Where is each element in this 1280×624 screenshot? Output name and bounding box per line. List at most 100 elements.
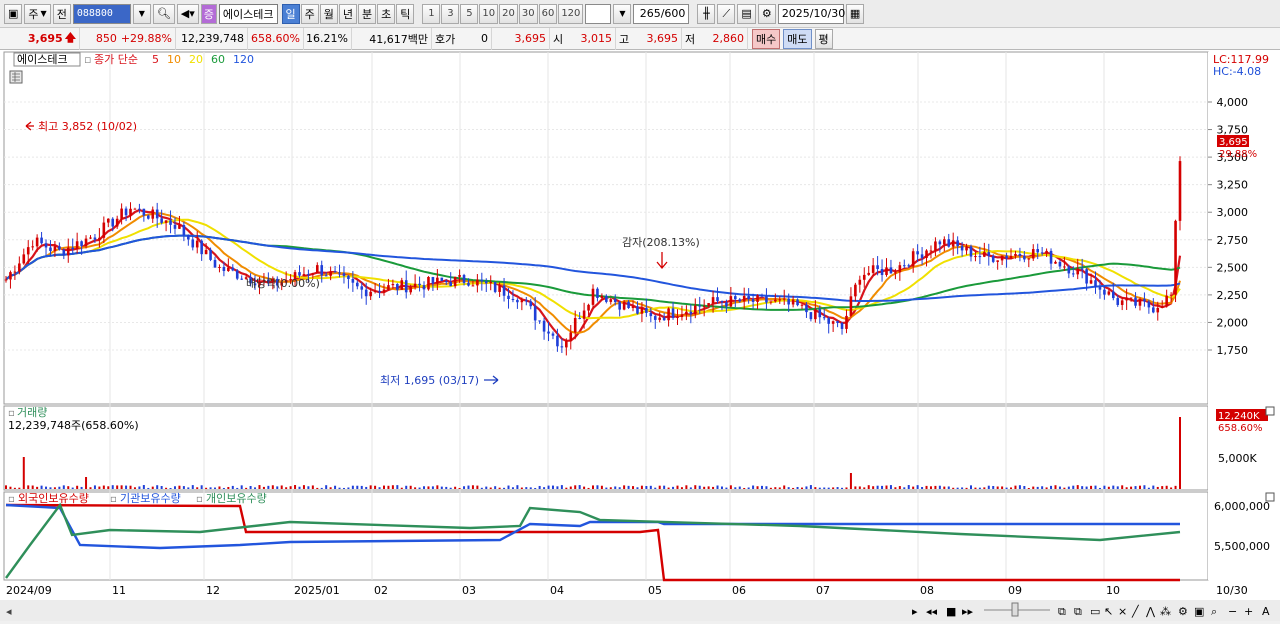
holding-close-icon[interactable] [1265,492,1275,502]
period-button-1[interactable]: 주 [300,3,319,24]
interval-button-1[interactable]: 3 [441,3,460,24]
period-button-0[interactable]: 일 [281,3,300,24]
interval-button-0[interactable]: 1 [422,3,441,24]
candle-body [698,305,702,307]
volume-bar [133,487,136,489]
volume-bar [823,487,826,489]
candle-body [62,249,66,256]
forward-icon[interactable]: ▸▸ [962,605,974,618]
candle-body [436,277,439,284]
x-tick-label: 02 [374,584,388,597]
volume-bar [801,487,804,489]
candle-body [720,301,724,303]
tool-icon-7[interactable]: ⋀ [1145,605,1156,618]
volume-bar [156,485,159,489]
candle-body [302,274,306,276]
candle-body [476,279,479,286]
period-button-3[interactable]: 년 [338,3,357,24]
volume-bar [814,487,817,489]
gear-icon[interactable]: ⚙ [757,3,776,24]
interval-button-4[interactable]: 20 [499,3,518,24]
speaker-icon[interactable]: ◀▾ [176,3,199,24]
tool-icon-9[interactable]: ⚙ [1178,605,1188,618]
zoom-in-icon[interactable]: + [1244,605,1253,618]
rewind-icon[interactable]: ◂◂ [926,605,938,618]
date-field[interactable]: 2025/10/30 [777,3,845,24]
volume-close-icon[interactable] [1265,406,1275,416]
candle-body [960,246,964,251]
sell-button[interactable]: 매도 [783,28,812,49]
interval-button-6[interactable]: 60 [538,3,558,24]
volume-bar [18,487,21,489]
candle-body [653,316,657,320]
chart-area[interactable]: 에이스테크 ▫ 종가 단순 5 10 20 60 120 LC:117.99 HC:-4… [0,50,1280,621]
volume-value: 12,239,748 [176,27,248,50]
volume-bar [1063,487,1066,489]
scroll-left-icon[interactable]: ◂ [6,605,12,618]
interval-button-3[interactable]: 10 [479,3,499,24]
volume-ytick: 5,000K [1218,452,1257,465]
zoom-slider-thumb[interactable] [1011,602,1019,617]
volume-bar [507,485,510,489]
candle-type-icon[interactable]: ╫ [697,3,716,24]
period-button-2[interactable]: 월 [319,3,338,24]
candle-body [102,222,106,238]
volume-bar [387,485,390,489]
volume-bar [836,487,839,489]
candle-body [182,225,186,236]
candle-body [53,246,57,251]
candle-body [13,271,17,273]
tool-icon-3[interactable]: ▭ [1090,605,1100,618]
tool-icon-10[interactable]: ▣ [1194,605,1204,618]
tool-icon-8[interactable]: ⁂ [1160,605,1171,618]
high-note: 최고 3,852 (10/02) [38,120,137,133]
interval-dropdown-icon[interactable]: ▼ [613,3,632,24]
price-change: 850 +29.88% [80,27,176,50]
volume-bar [614,486,617,489]
play-icon[interactable]: ▸ [912,605,918,618]
volume-bar [1027,487,1030,489]
interval-button-2[interactable]: 5 [460,3,479,24]
candle-body [1005,255,1008,259]
market-jong-button[interactable]: 주 ▼ [24,3,51,24]
tool-icon-4[interactable]: ↖ [1104,605,1113,618]
tool-icon-5[interactable]: ⨯ [1118,605,1127,618]
interval-custom-input[interactable] [585,3,612,24]
window-menu-icon[interactable]: ▣ [4,3,23,24]
zoom-search-icon[interactable]: ⌕ [1211,605,1217,618]
tool-icon-2[interactable]: ⧉ [1074,605,1082,618]
ma-legend-10: 10 [167,53,181,66]
tool-icon-1[interactable]: ⧉ [1058,605,1066,618]
candle-body [324,275,328,277]
calendar-icon[interactable]: ▦ [845,3,865,24]
search-icon[interactable]: 🔍︎ [152,3,175,24]
stock-name-field: 에이스테크 [218,3,278,24]
candle-body [1138,298,1142,306]
stock-code-input[interactable]: 088800 [72,3,131,24]
volume-bar [992,486,995,489]
current-price: 3,695 🡅 [0,27,80,50]
candle-body [1045,250,1048,254]
jeon-button[interactable]: 전 [52,3,71,24]
interval-button-5[interactable]: 30 [518,3,538,24]
period-button-4[interactable]: 분 [358,3,377,24]
zoom-out-icon[interactable]: − [1228,605,1237,618]
save-icon[interactable]: ▤ [737,3,756,24]
avg-button[interactable]: 평 [814,28,833,49]
line-type-icon[interactable]: ⟋ [717,3,736,24]
candle-body [649,312,653,317]
interval-button-7[interactable]: 120 [558,3,584,24]
code-dropdown-icon[interactable]: ▼ [132,3,151,24]
period-button-5[interactable]: 초 [377,3,396,24]
candle-body [22,254,26,264]
stop-icon[interactable]: ■ [946,605,956,618]
font-size-icon[interactable]: A [1262,605,1270,618]
period-button-6[interactable]: 틱 [396,3,415,24]
candle-body [898,265,902,273]
candle-body [480,279,484,282]
stock-chart-svg[interactable]: 에이스테크 ▫ 종가 단순 5 10 20 60 120 LC:117.99 HC:-4… [0,50,1280,621]
volume-bar [885,485,888,489]
buy-button[interactable]: 매수 [752,28,781,49]
volume-bar [796,486,799,489]
count-field[interactable]: 265/600 [633,3,690,24]
